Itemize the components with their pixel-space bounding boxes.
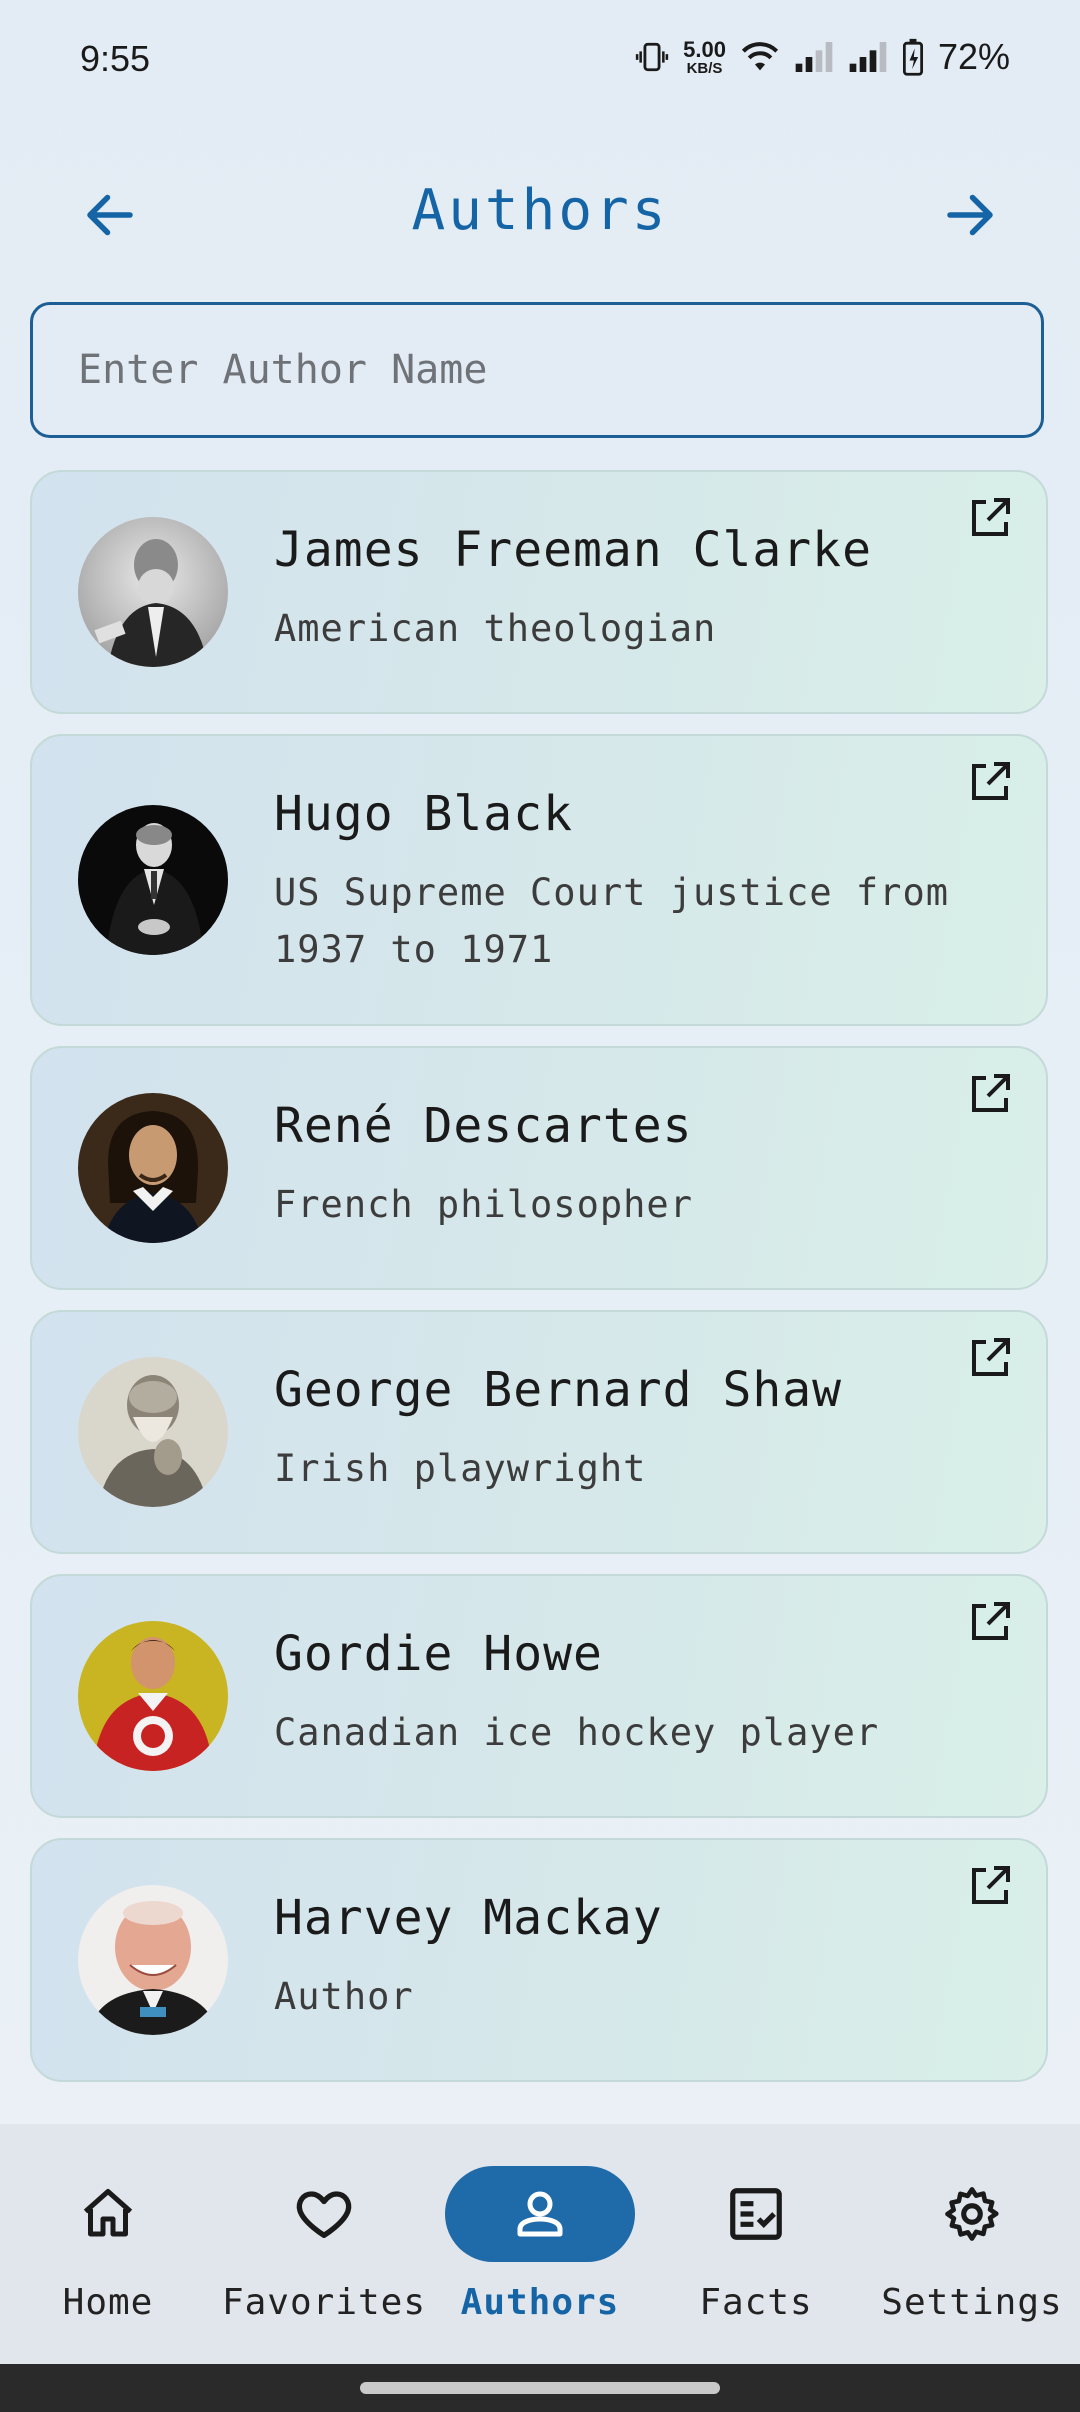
wifi-icon	[740, 40, 780, 74]
app-header: Authors	[0, 160, 1080, 270]
battery-percent: 72%	[937, 36, 1010, 77]
status-icons: 5.00 KB/S 72%	[635, 36, 1010, 78]
open-external-icon	[972, 498, 1010, 536]
network-speed-unit: KB/S	[686, 59, 723, 77]
gear-icon	[945, 2187, 999, 2241]
vibrate-icon	[635, 40, 669, 74]
author-info: René Descartes French philosopher	[274, 1098, 986, 1233]
network-speed-value: 5.00	[683, 36, 726, 62]
author-avatar	[78, 805, 228, 955]
author-description: US Supreme Court justice from 1937 to 19…	[274, 871, 950, 971]
author-name: René Descartes	[274, 1098, 693, 1154]
author-description: Canadian ice hockey player	[274, 1711, 880, 1754]
author-description: Irish playwright	[274, 1447, 647, 1490]
open-external-icon	[972, 1074, 1010, 1112]
signal-weak-icon	[794, 40, 834, 74]
author-description: French philosopher	[274, 1183, 693, 1226]
bottom-navigation: Home Favorites Authors Facts Settings	[0, 2124, 1080, 2364]
author-card-hugo-black[interactable]: Hugo Black US Supreme Court justice from…	[30, 734, 1048, 1026]
author-card-gordie-howe[interactable]: Gordie Howe Canadian ice hockey player	[30, 1574, 1048, 1818]
home-icon	[83, 2189, 133, 2237]
nav-favorites[interactable]: Favorites	[216, 2124, 432, 2364]
network-speed: 5.00 KB/S	[683, 36, 726, 77]
signal-icon	[848, 40, 888, 74]
system-gesture-bar	[0, 2364, 1080, 2412]
status-bar: 9:55 5.00 KB/S 72%	[0, 0, 1080, 120]
person-icon	[517, 2191, 563, 2237]
author-avatar	[78, 1885, 228, 2035]
author-card-james-freeman-clarke[interactable]: James Freeman Clarke American theologian	[30, 470, 1048, 714]
nav-home-icon-wrap	[13, 2166, 203, 2262]
author-info: Hugo Black US Supreme Court justice from…	[274, 786, 986, 978]
author-description: American theologian	[274, 607, 717, 650]
author-name: Gordie Howe	[274, 1626, 603, 1682]
nav-authors-icon-wrap	[445, 2166, 635, 2262]
author-card-george-bernard-shaw[interactable]: George Bernard Shaw Irish playwright	[30, 1310, 1048, 1554]
open-external-icon	[972, 762, 1010, 800]
nav-settings[interactable]: Settings	[864, 2124, 1080, 2364]
arrow-right-icon	[947, 194, 993, 236]
author-info: James Freeman Clarke American theologian	[274, 522, 986, 657]
author-avatar	[78, 1093, 228, 1243]
author-card-harvey-mackay[interactable]: Harvey Mackay Author	[30, 1838, 1048, 2082]
author-search-input[interactable]	[33, 305, 1041, 435]
status-time: 9:55	[80, 38, 151, 79]
nav-home[interactable]: Home	[0, 2124, 216, 2364]
author-info: Gordie Howe Canadian ice hockey player	[274, 1626, 986, 1761]
author-info: George Bernard Shaw Irish playwright	[274, 1362, 986, 1497]
open-external-button[interactable]	[966, 1334, 1014, 1382]
open-external-button[interactable]	[966, 494, 1014, 542]
author-info: Harvey Mackay Author	[274, 1890, 986, 2025]
author-avatar	[78, 517, 228, 667]
battery-icon	[902, 38, 924, 76]
nav-settings-label: Settings	[881, 2282, 1063, 2323]
author-avatar	[78, 1621, 228, 1771]
author-card-rene-descartes[interactable]: René Descartes French philosopher	[30, 1046, 1048, 1290]
nav-settings-icon-wrap	[877, 2166, 1067, 2262]
open-external-icon	[972, 1338, 1010, 1376]
nav-authors[interactable]: Authors	[432, 2124, 648, 2364]
nav-facts-icon-wrap	[661, 2166, 851, 2262]
nav-favorites-icon-wrap	[229, 2166, 419, 2262]
open-external-button[interactable]	[966, 1070, 1014, 1118]
home-gesture-handle[interactable]	[360, 2382, 720, 2394]
open-external-icon	[972, 1602, 1010, 1640]
author-name: James Freeman Clarke	[274, 522, 872, 578]
forward-button[interactable]	[940, 185, 1000, 245]
author-name: Harvey Mackay	[274, 1890, 663, 1946]
page-title: Authors	[411, 178, 669, 243]
open-external-button[interactable]	[966, 1598, 1014, 1646]
author-list: James Freeman Clarke American theologian…	[30, 470, 1050, 2102]
heart-icon	[296, 2191, 352, 2238]
author-name: Hugo Black	[274, 786, 573, 842]
open-external-button[interactable]	[966, 1862, 1014, 1910]
author-description: Author	[274, 1975, 414, 2018]
author-name: George Bernard Shaw	[274, 1362, 843, 1418]
nav-facts[interactable]: Facts	[648, 2124, 864, 2364]
author-search-box[interactable]	[30, 302, 1044, 438]
author-avatar	[78, 1357, 228, 1507]
open-external-button[interactable]	[966, 758, 1014, 806]
checklist-icon	[730, 2188, 782, 2240]
open-external-icon	[972, 1866, 1010, 1904]
